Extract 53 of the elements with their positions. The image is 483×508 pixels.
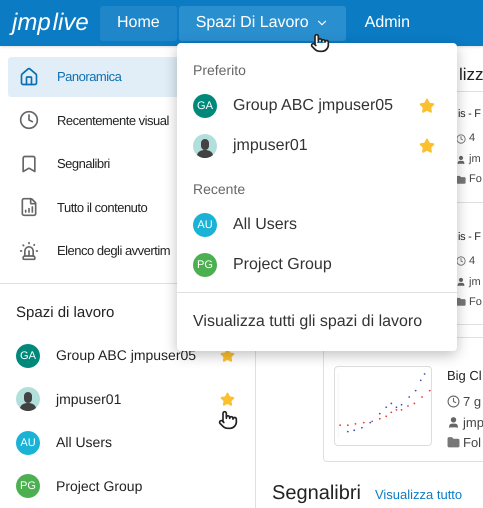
- nav-tab[interactable]: Spazi Di Lavoro: [178, 6, 346, 40]
- avatar: PG: [193, 253, 217, 277]
- person-icon: [456, 277, 466, 288]
- menu-item[interactable]: AU All Users: [177, 205, 457, 245]
- nav-tab[interactable]: Admin: [348, 6, 427, 40]
- siren-icon: [19, 240, 39, 261]
- menu-heading: Preferito: [193, 60, 246, 80]
- avatar: GA: [193, 94, 217, 118]
- view-all-link[interactable]: Visualizza tutto: [374, 485, 462, 504]
- avatar: GA: [16, 344, 40, 368]
- card-title: Big Cl: [447, 367, 483, 385]
- document-chart-icon: [19, 197, 39, 218]
- card-owner: jmp: [463, 414, 483, 432]
- folder-icon: [447, 436, 460, 449]
- clock-icon: [19, 110, 39, 130]
- workspace-item[interactable]: AU All Users: [0, 421, 255, 464]
- person-icon: [456, 154, 466, 165]
- star-icon[interactable]: [220, 348, 235, 364]
- card-time: 4: [469, 131, 476, 146]
- home-icon: [19, 66, 39, 87]
- nav-tab[interactable]: Home: [100, 6, 177, 40]
- card-folder: Fo: [469, 294, 482, 310]
- view-all-link[interactable]: Visualizza tutti gli spazi di lavoro: [193, 310, 422, 334]
- menu-heading: Recente: [193, 180, 246, 198]
- star-icon[interactable]: [419, 138, 435, 154]
- card-time: 7 g: [463, 392, 482, 411]
- workspace-item[interactable]: jmpuser01: [0, 378, 255, 422]
- hand-cursor-icon: [218, 410, 238, 430]
- menu-item[interactable]: PG Project Group: [177, 245, 457, 285]
- clock-icon: [456, 134, 466, 144]
- card-title[interactable]: is - F: [458, 228, 481, 246]
- card-folder: Fol: [463, 434, 482, 452]
- report-card[interactable]: Big Cl 7 g jmp Fol: [323, 337, 483, 462]
- section-heading: Spazi di lavoro: [16, 302, 114, 323]
- star-icon[interactable]: [220, 392, 235, 407]
- clock-icon: [456, 256, 466, 266]
- card-owner: jm: [469, 274, 481, 290]
- avatar: PG: [16, 474, 40, 498]
- section-heading: Segnalibri: [272, 481, 361, 506]
- section-heading: lizz: [459, 64, 483, 86]
- menu-item[interactable]: jmpuser01: [177, 126, 457, 166]
- clock-icon: [447, 395, 460, 408]
- avatar: AU: [193, 213, 217, 237]
- workspace-item[interactable]: PG Project Group: [0, 464, 255, 508]
- avatar-silhouette-icon: [16, 387, 40, 412]
- card-folder: Fo: [469, 172, 482, 188]
- avatar: AU: [16, 430, 40, 455]
- card-title[interactable]: is - F: [458, 106, 481, 123]
- card-owner: jm: [469, 152, 481, 168]
- card-time: 4: [469, 254, 476, 269]
- avatar-silhouette-icon: [193, 134, 217, 158]
- star-icon[interactable]: [419, 98, 435, 114]
- person-icon: [447, 416, 460, 429]
